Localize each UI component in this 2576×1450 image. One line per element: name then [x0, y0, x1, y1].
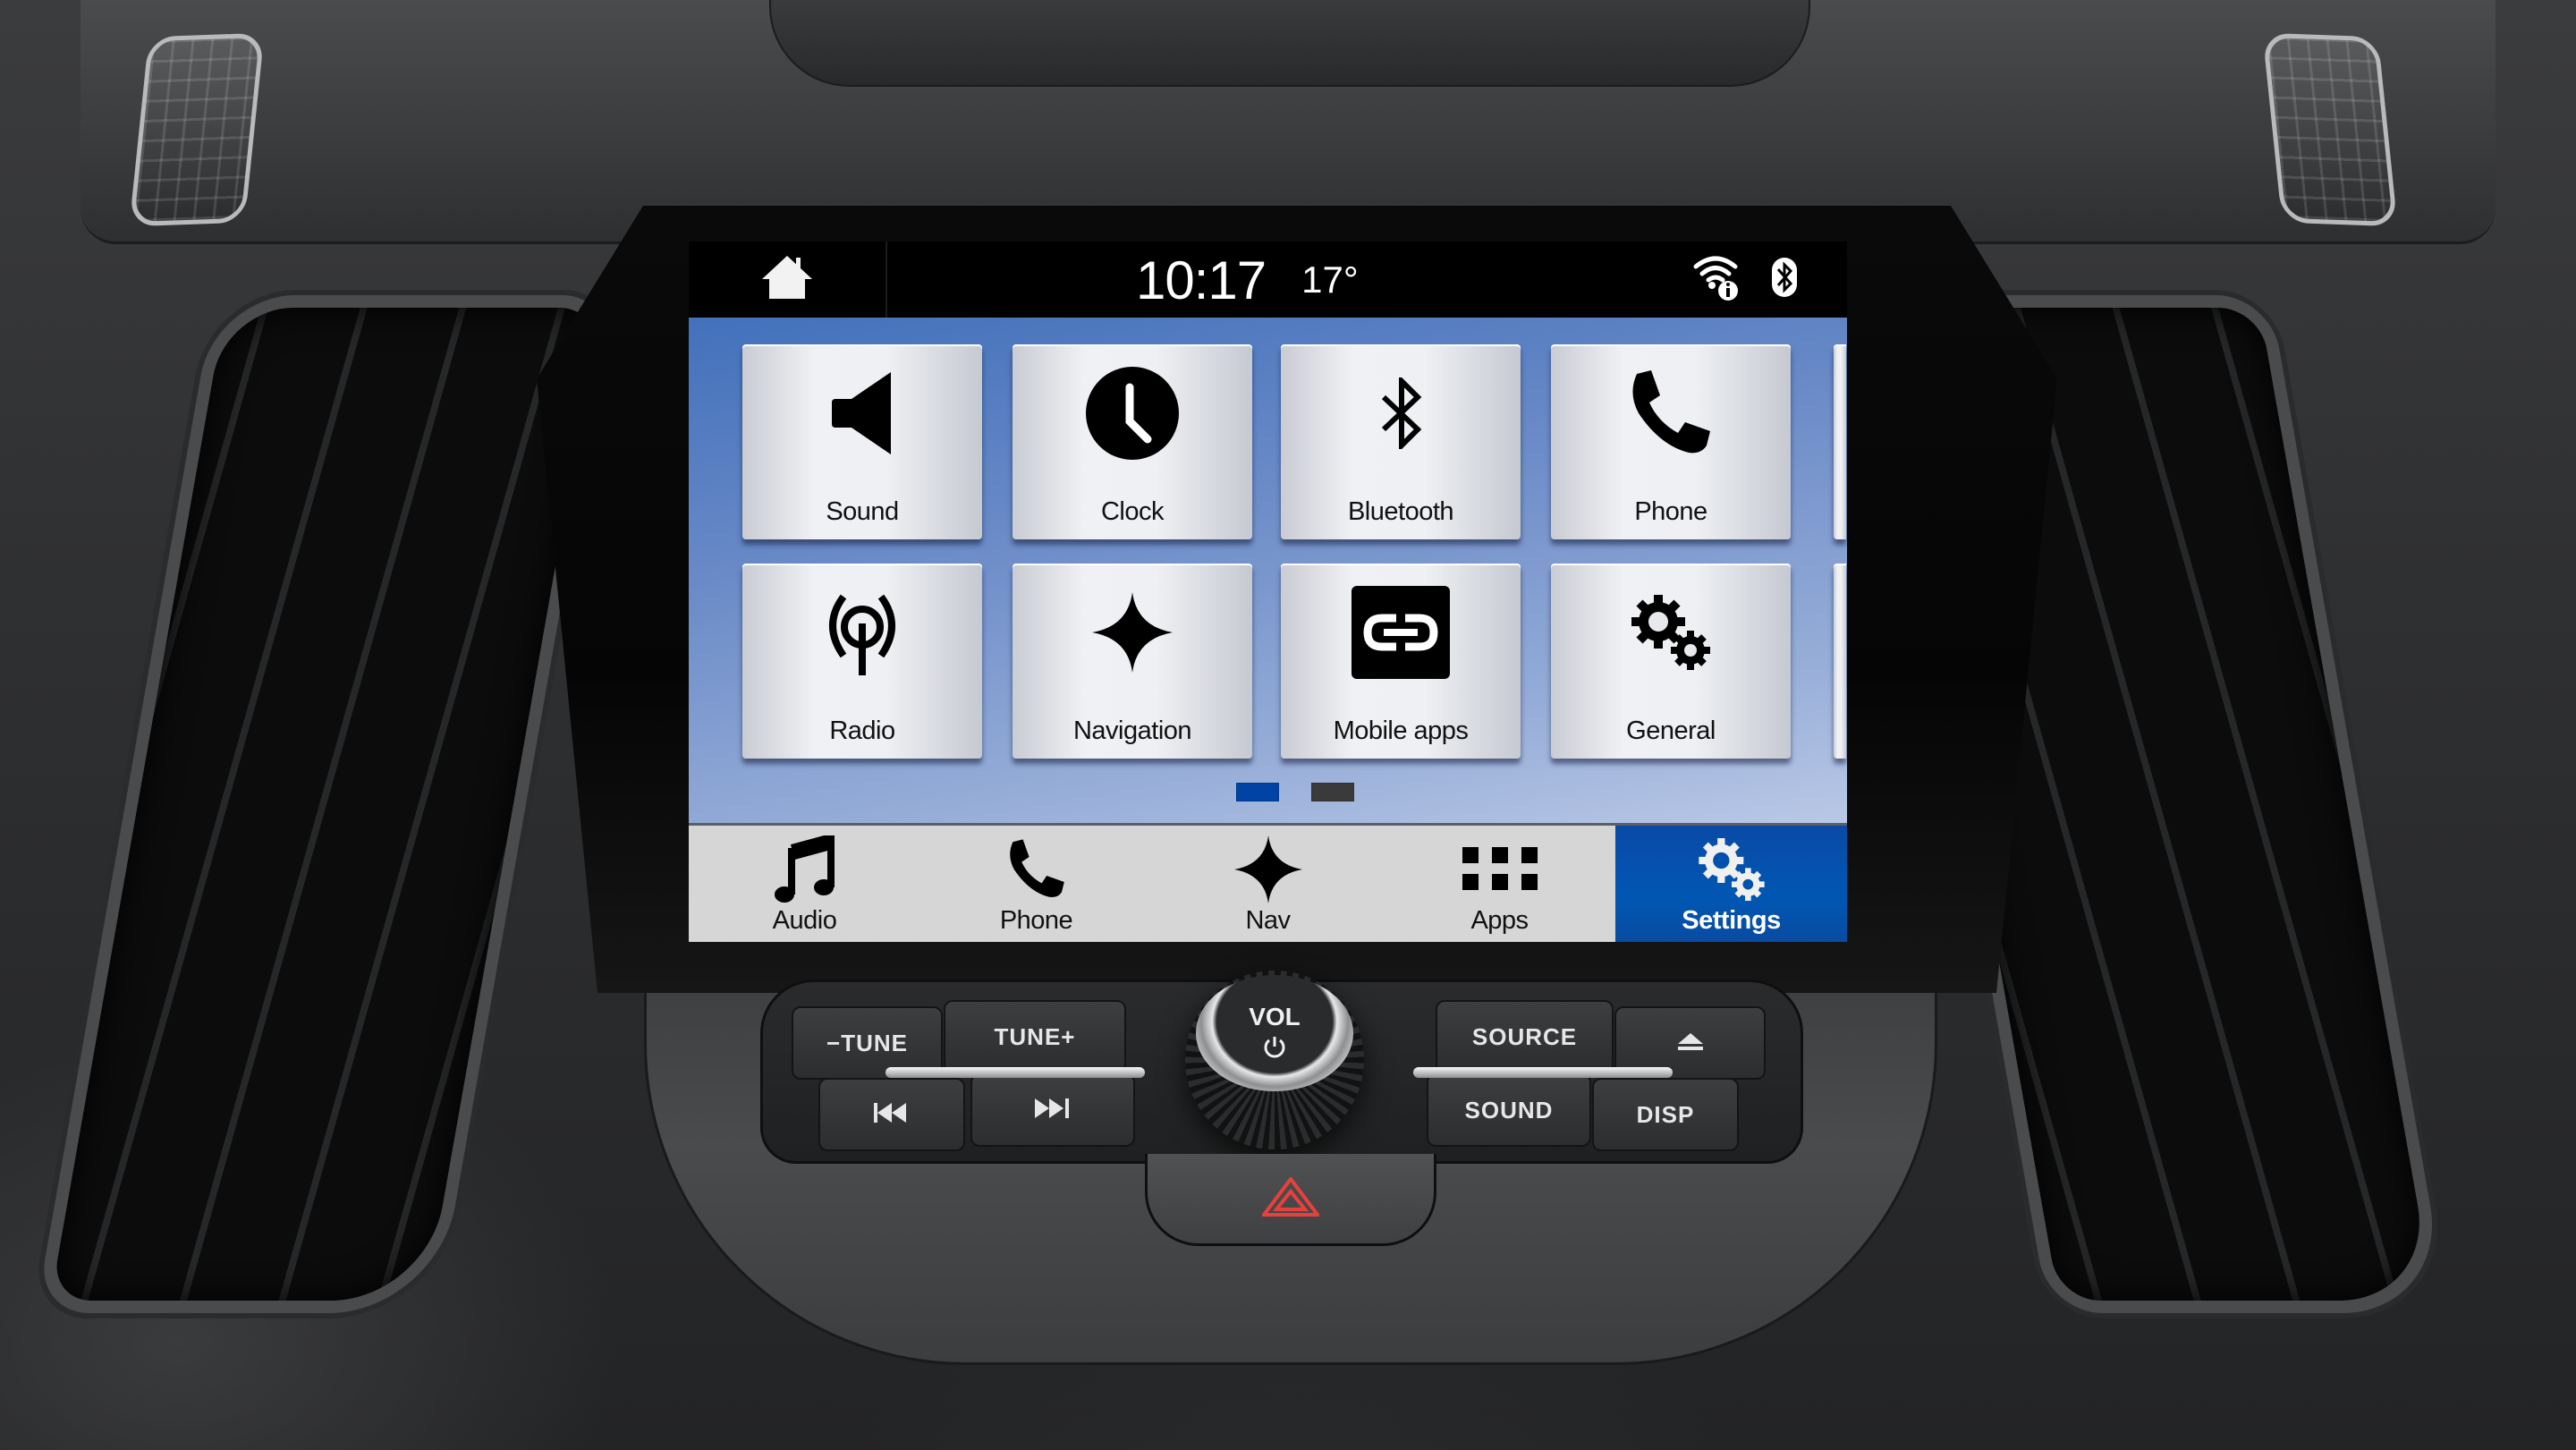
gears-icon	[1694, 833, 1769, 906]
bluetooth-icon	[1281, 364, 1521, 462]
nav-tab-audio[interactable]: Audio	[689, 826, 920, 942]
source-button[interactable]: SOURCE	[1436, 1000, 1614, 1073]
phone-handset-icon	[1005, 833, 1068, 906]
music-note-icon	[774, 833, 836, 906]
seek-back-icon	[874, 1101, 910, 1129]
bluetooth-status-icon[interactable]	[1771, 257, 1798, 302]
eject-icon	[1677, 1030, 1703, 1057]
outside-temperature: 17°	[1301, 259, 1359, 301]
tile-general[interactable]: General	[1551, 564, 1791, 759]
nav-tab-settings[interactable]: Settings	[1615, 826, 1847, 942]
radio-antenna-icon	[742, 583, 982, 682]
wifi-info-icon[interactable]	[1692, 252, 1741, 307]
tile-label: Phone	[1634, 497, 1707, 526]
left-speaker-grille	[129, 32, 265, 227]
nav-tab-label: Apps	[1470, 906, 1529, 935]
page-dot-2[interactable]	[1310, 783, 1354, 801]
hazard-lights-button[interactable]	[1145, 1154, 1436, 1246]
bottom-nav-bar: Audio Phone Nav Apps Settings	[689, 823, 1847, 942]
tune-up-button[interactable]: TUNE+	[944, 1000, 1126, 1073]
nav-tab-label: Nav	[1245, 906, 1291, 935]
tile-label: Navigation	[1072, 717, 1192, 745]
status-bar: 10:17 17°	[689, 242, 1847, 318]
tile-navigation[interactable]: Navigation	[1013, 564, 1252, 759]
nav-star-icon	[1233, 833, 1302, 906]
tile-clock[interactable]: Clock	[1013, 344, 1252, 539]
instrument-hood	[769, 0, 1810, 87]
phone-handset-icon	[1551, 364, 1791, 462]
clock-time: 10:17	[1136, 250, 1267, 310]
right-speaker-grille	[2262, 32, 2398, 227]
nav-tab-phone[interactable]: Phone	[920, 826, 1152, 942]
nav-star-icon	[1013, 583, 1252, 682]
seek-forward-icon	[1035, 1097, 1071, 1124]
tile-label: Bluetooth	[1347, 497, 1454, 526]
link-apps-icon	[1281, 583, 1521, 682]
tile-label: Sound	[826, 497, 899, 526]
tile-label: Clock	[1100, 497, 1165, 526]
touchscreen: Sound Clock Bluetooth Phone Radio Naviga…	[689, 318, 1847, 942]
sound-button[interactable]: SOUND	[1427, 1073, 1591, 1147]
seek-forward-button[interactable]	[970, 1073, 1135, 1147]
page-indicator	[689, 783, 1847, 801]
chrome-trim-right	[1413, 1067, 1673, 1078]
nav-tab-label: Audio	[772, 906, 837, 935]
tile-radio[interactable]: Radio	[742, 564, 982, 759]
clock-icon	[1013, 364, 1252, 462]
tile-bluetooth[interactable]: Bluetooth	[1281, 344, 1521, 539]
tile-sound[interactable]: Sound	[742, 344, 982, 539]
tile-next-page-peek[interactable]	[1834, 344, 1846, 539]
tile-phone[interactable]: Phone	[1551, 344, 1791, 539]
apps-grid-icon	[1462, 833, 1538, 906]
home-icon	[759, 254, 815, 305]
gears-icon	[1551, 583, 1791, 682]
power-icon	[1263, 1035, 1286, 1063]
page-dot-1-active[interactable]	[1235, 783, 1279, 801]
speaker-icon	[742, 364, 982, 462]
nav-tab-nav[interactable]: Nav	[1152, 826, 1384, 942]
tile-mobile-apps[interactable]: Mobile apps	[1281, 564, 1521, 759]
volume-power-button[interactable]: VOL	[1196, 975, 1353, 1091]
tile-next-page-peek[interactable]	[1834, 564, 1846, 759]
vol-label: VOL	[1249, 1002, 1301, 1030]
nav-tab-label: Settings	[1682, 906, 1781, 935]
hazard-triangle-icon	[1260, 1175, 1321, 1221]
clock-temp-group: 10:17 17°	[1136, 249, 1359, 311]
chrome-trim-left	[886, 1067, 1145, 1078]
tile-label: Mobile apps	[1333, 717, 1469, 745]
settings-grid: Sound Clock Bluetooth Phone Radio Naviga…	[689, 318, 1847, 823]
tile-label: General	[1626, 717, 1716, 745]
seek-back-button[interactable]	[818, 1078, 965, 1151]
nav-tab-label: Phone	[999, 906, 1073, 935]
status-icons	[1692, 252, 1798, 307]
nav-tab-apps[interactable]: Apps	[1384, 826, 1615, 942]
home-button[interactable]	[689, 242, 887, 318]
display-button[interactable]: DISP	[1592, 1078, 1739, 1151]
tile-label: Radio	[829, 717, 895, 745]
